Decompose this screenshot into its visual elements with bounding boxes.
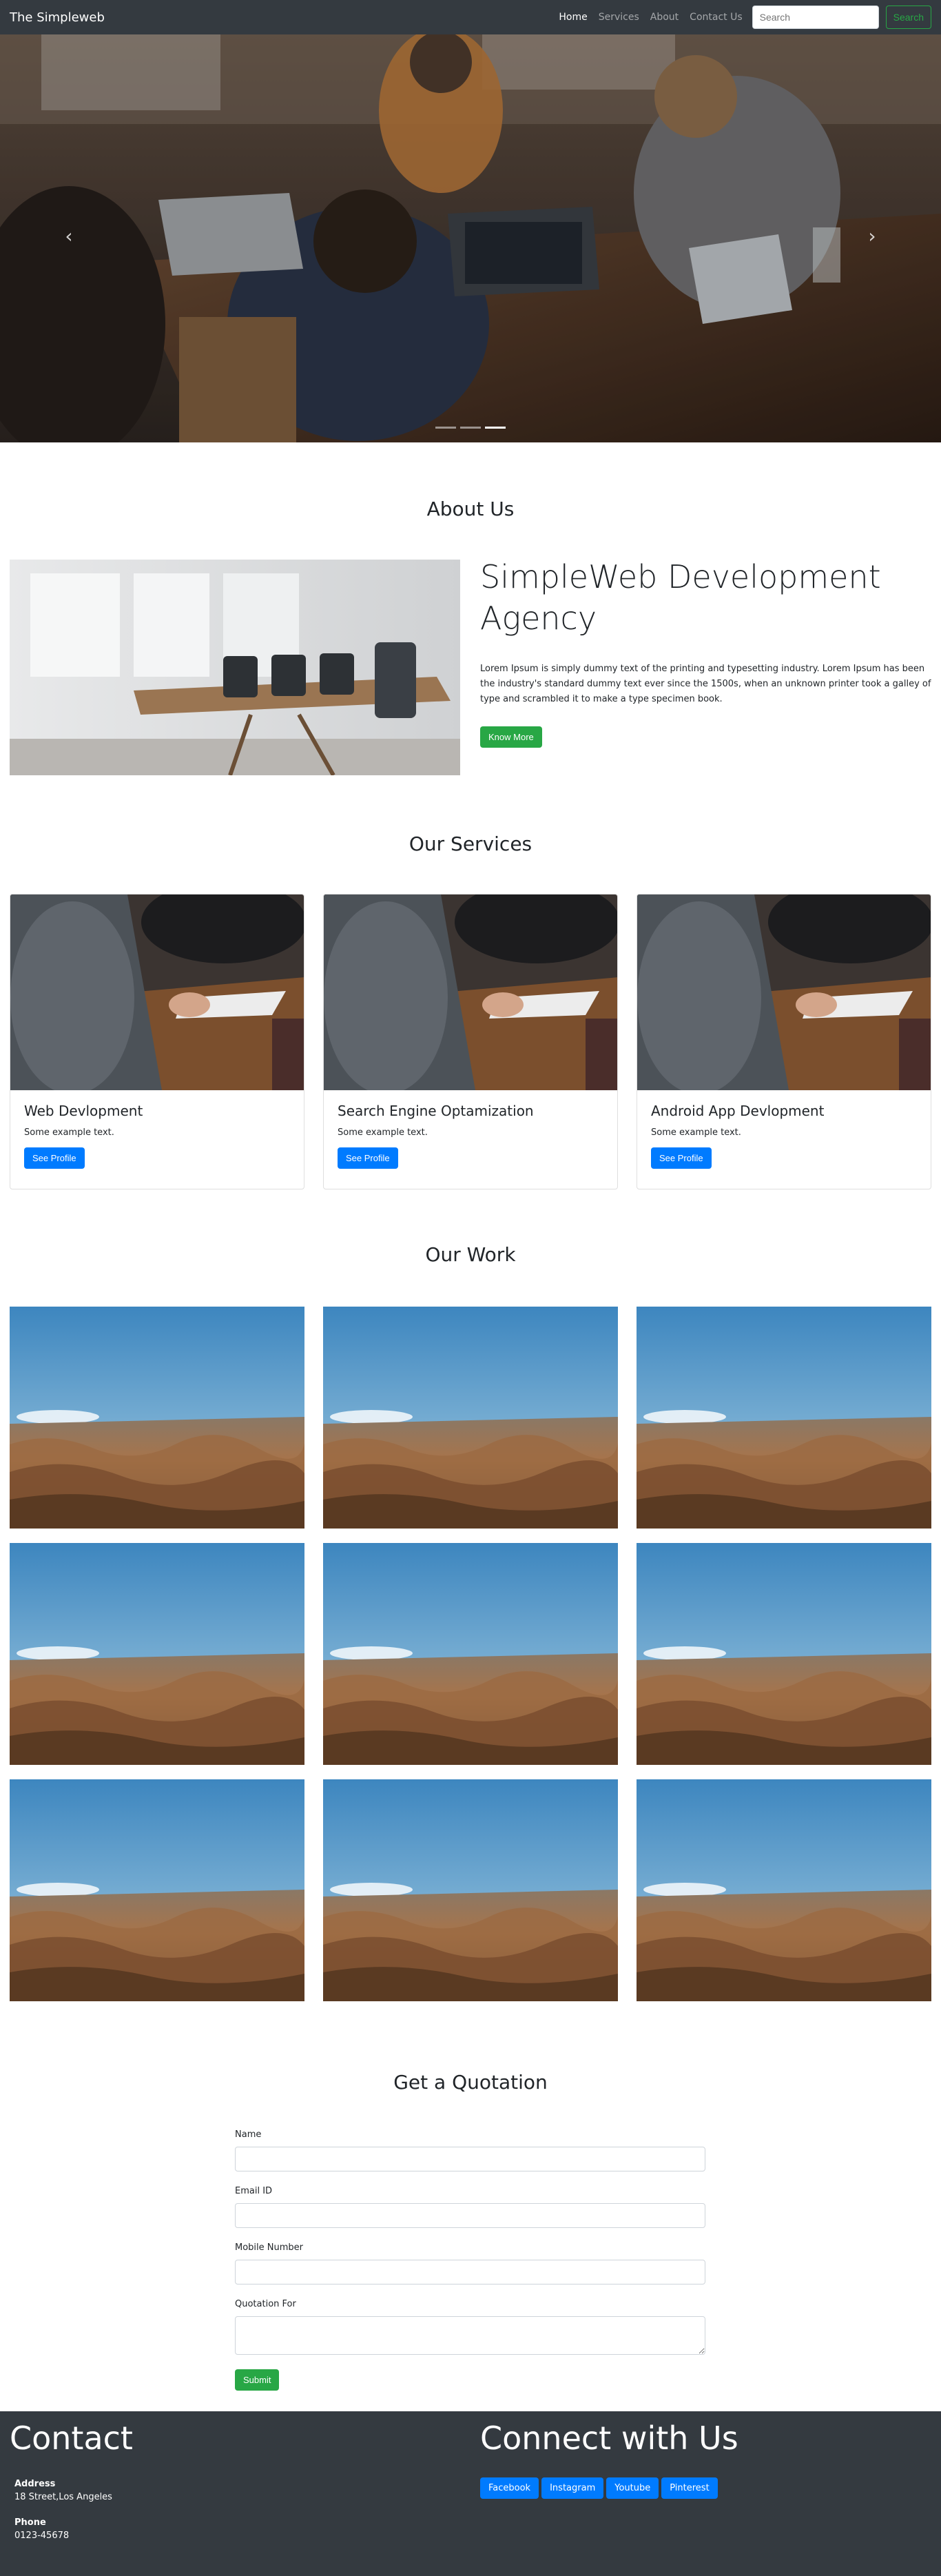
chevron-right-icon: › bbox=[868, 224, 876, 247]
about-body: Lorem Ipsum is simply dummy text of the … bbox=[480, 663, 931, 704]
quotation-title: Get a Quotation bbox=[393, 2071, 548, 2094]
instagram-button[interactable]: Instagram bbox=[541, 2477, 604, 2499]
see-profile-button[interactable]: See Profile bbox=[24, 1147, 85, 1169]
work-title: Our Work bbox=[425, 1243, 516, 1266]
footer: Contact Address 18 Street,Los Angeles Ph… bbox=[0, 2411, 941, 2576]
email-input[interactable] bbox=[235, 2203, 705, 2228]
contact-title: Contact bbox=[10, 2420, 133, 2457]
quotation-form: Name Email ID Mobile Number Quotation Fo… bbox=[235, 2129, 705, 2391]
address-label: Address bbox=[14, 2479, 56, 2489]
work-image[interactable] bbox=[10, 1307, 304, 1529]
phone-label: Phone bbox=[14, 2517, 46, 2528]
mobile-label: Mobile Number bbox=[235, 2242, 303, 2253]
service-card-body: Web Devlopment Some example text. See Pr… bbox=[10, 1090, 304, 1181]
nav-link-about[interactable]: About bbox=[650, 12, 679, 23]
service-card-body: Android App Devlopment Some example text… bbox=[637, 1090, 931, 1181]
phone-value: 0123-45678 bbox=[14, 2531, 70, 2541]
brand-logo[interactable]: The Simpleweb bbox=[10, 10, 105, 25]
navbar: The Simpleweb Home Services About Contac… bbox=[0, 0, 941, 34]
chevron-left-icon: ‹ bbox=[65, 224, 73, 247]
service-title: Search Engine Optamization bbox=[338, 1103, 534, 1119]
work-image[interactable] bbox=[10, 1543, 304, 1765]
work-image[interactable] bbox=[323, 1779, 618, 2001]
mobile-input[interactable] bbox=[235, 2260, 705, 2284]
youtube-button[interactable]: Youtube bbox=[606, 2477, 659, 2499]
about-title: About Us bbox=[426, 498, 515, 520]
service-image bbox=[324, 895, 617, 1090]
work-image[interactable] bbox=[637, 1779, 931, 2001]
hero-image bbox=[0, 34, 941, 442]
service-title: Android App Devlopment bbox=[651, 1103, 825, 1119]
about-heading: SimpleWeb Development Agency bbox=[480, 558, 881, 637]
service-title: Web Devlopment bbox=[24, 1103, 143, 1119]
nav-link-home[interactable]: Home bbox=[559, 12, 587, 23]
service-card-1: Web Devlopment Some example text. See Pr… bbox=[10, 894, 304, 1189]
name-input[interactable] bbox=[235, 2147, 705, 2171]
service-card-body: Search Engine Optamization Some example … bbox=[324, 1090, 617, 1181]
about-text: SimpleWeb Development Agency Lorem Ipsum… bbox=[480, 557, 931, 748]
pinterest-button[interactable]: Pinterest bbox=[661, 2477, 718, 2499]
email-label: Email ID bbox=[235, 2186, 273, 2196]
see-profile-button[interactable]: See Profile bbox=[651, 1147, 712, 1169]
carousel-indicator[interactable] bbox=[460, 427, 481, 429]
carousel-indicators bbox=[0, 427, 941, 429]
address-value: 18 Street,Los Angeles bbox=[14, 2492, 112, 2502]
carousel-indicator[interactable] bbox=[435, 427, 456, 429]
know-more-button[interactable]: Know More bbox=[480, 726, 542, 748]
work-image[interactable] bbox=[323, 1543, 618, 1765]
search-button[interactable]: Search bbox=[885, 6, 931, 29]
search-input[interactable] bbox=[752, 6, 879, 29]
connect-title: Connect with Us bbox=[480, 2420, 738, 2457]
name-label: Name bbox=[235, 2129, 262, 2140]
hero-carousel: ‹ › bbox=[0, 34, 941, 442]
work-image[interactable] bbox=[637, 1307, 931, 1529]
nav-link-contact[interactable]: Contact Us bbox=[690, 12, 742, 23]
service-image bbox=[10, 895, 304, 1090]
work-image[interactable] bbox=[10, 1779, 304, 2001]
submit-button[interactable]: Submit bbox=[235, 2369, 280, 2391]
service-text: Some example text. bbox=[24, 1127, 114, 1138]
work-image[interactable] bbox=[637, 1543, 931, 1765]
see-profile-button[interactable]: See Profile bbox=[338, 1147, 398, 1169]
service-image bbox=[637, 895, 931, 1090]
service-text: Some example text. bbox=[338, 1127, 428, 1138]
services-title: Our Services bbox=[409, 832, 532, 855]
carousel-next-button[interactable]: › bbox=[858, 222, 886, 249]
about-image bbox=[10, 560, 460, 775]
quotation-for-label: Quotation For bbox=[235, 2299, 296, 2309]
service-card-2: Search Engine Optamization Some example … bbox=[323, 894, 618, 1189]
social-links: Facebook Instagram Youtube Pinterest bbox=[480, 2477, 718, 2499]
service-card-3: Android App Devlopment Some example text… bbox=[637, 894, 931, 1189]
nav-links: Home Services About Contact Us Search bbox=[553, 6, 931, 29]
nav-link-services[interactable]: Services bbox=[599, 12, 639, 23]
quotation-for-textarea[interactable] bbox=[235, 2316, 705, 2355]
service-text: Some example text. bbox=[651, 1127, 741, 1138]
facebook-button[interactable]: Facebook bbox=[480, 2477, 539, 2499]
carousel-prev-button[interactable]: ‹ bbox=[55, 222, 83, 249]
work-image[interactable] bbox=[323, 1307, 618, 1529]
carousel-indicator-active[interactable] bbox=[485, 427, 506, 429]
